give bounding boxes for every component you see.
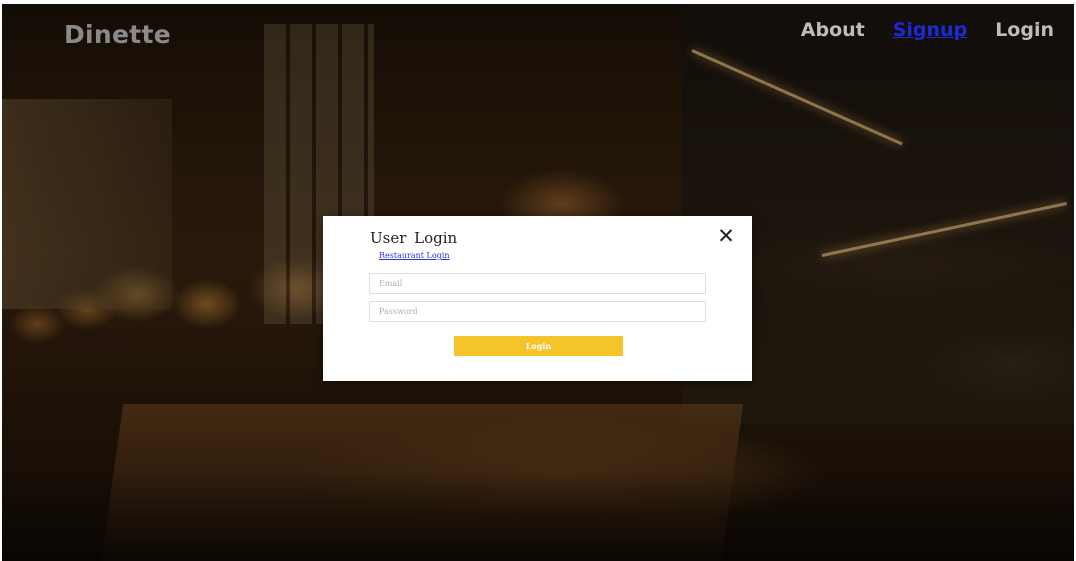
nav-link-login[interactable]: Login — [995, 19, 1054, 41]
email-field[interactable] — [369, 273, 706, 294]
login-modal: User Login ✕ Restaurant Login Login — [323, 216, 752, 381]
modal-title: User Login — [370, 229, 458, 247]
login-button[interactable]: Login — [454, 336, 623, 356]
password-field[interactable] — [369, 301, 706, 322]
nav-link-signup[interactable]: Signup — [893, 19, 967, 41]
nav-link-about[interactable]: About — [801, 19, 865, 41]
close-icon[interactable]: ✕ — [715, 225, 737, 247]
restaurant-login-link[interactable]: Restaurant Login — [379, 251, 449, 260]
top-nav: About Signup Login — [801, 19, 1054, 41]
brand-logo[interactable]: Dinette — [64, 20, 171, 49]
app-viewport: Dinette About Signup Login User Login ✕ … — [2, 4, 1074, 561]
